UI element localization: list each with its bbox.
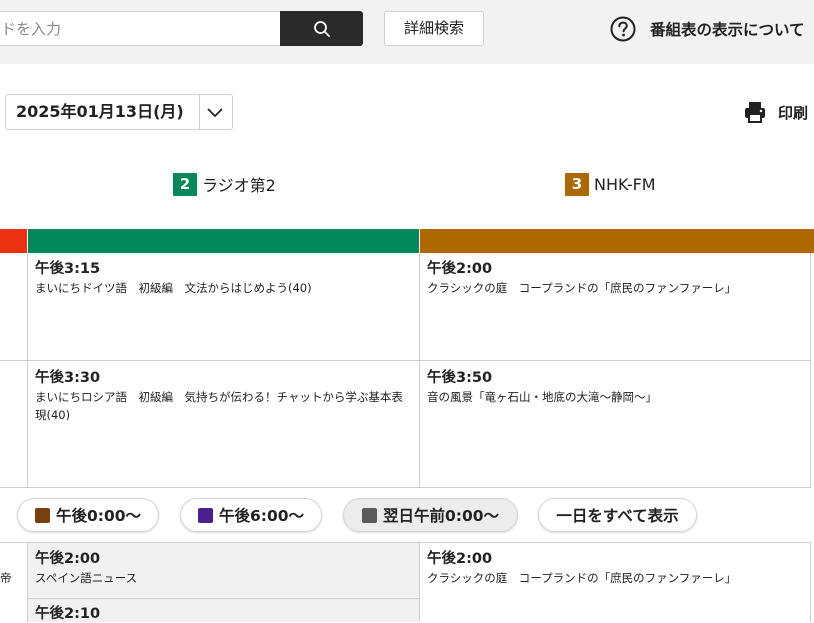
color-square-icon [34, 507, 50, 523]
color-square-icon [361, 507, 377, 523]
grid-divider [27, 253, 28, 488]
time-filter-label: 午後0:00～ [55, 507, 142, 525]
date-value: 2025年01月13日(月) [16, 102, 184, 121]
program-time: 午後2:00 [427, 551, 493, 567]
grid-divider [28, 598, 419, 599]
program-time: 午後3:15 [35, 261, 101, 277]
time-filter-all-day[interactable]: 一日をすべて表示 [538, 498, 697, 532]
channel-number-badge: 2 [173, 172, 197, 196]
help-link[interactable]: 番組表の表示について [610, 15, 805, 43]
search-input[interactable] [0, 11, 280, 46]
channel-color-bar-fm [420, 229, 814, 253]
date-select-divider [199, 95, 200, 129]
grid-divider [419, 253, 420, 488]
program-title-clipped: 帝 [0, 571, 12, 585]
program-cell[interactable]: 午後3:30 まいにちロシア語 初級編 気持ちが伝わる！チャットから学ぶ基本表現… [35, 369, 413, 424]
color-square-icon [197, 507, 213, 523]
program-cell[interactable]: 午後2:00 クラシックの庭 コープランドの「庶民のファンファーレ」 [427, 260, 807, 297]
channel-name: ラジオ第2 [202, 176, 276, 195]
time-filter-evening[interactable]: 午後6:00～ [180, 498, 322, 532]
printer-icon [745, 102, 765, 123]
program-title: まいにちドイツ語 初級編 文法からはじめよう(40) [35, 281, 312, 295]
time-filter-label: 一日をすべて表示 [556, 507, 679, 525]
program-title: クラシックの庭 コープランドの「庶民のファンファーレ」 [427, 571, 737, 585]
program-title: まいにちロシア語 初級編 気持ちが伝わる！チャットから学ぶ基本表現(40) [35, 390, 403, 422]
time-filter-noon[interactable]: 午後0:00～ [17, 498, 159, 532]
grid-divider [419, 542, 420, 622]
channel-header-radio2[interactable]: 2 ラジオ第2 [173, 172, 276, 196]
grid-divider [0, 360, 811, 361]
program-time: 午後2:10 [35, 606, 101, 622]
grid-divider [810, 253, 811, 488]
chevron-down-icon [207, 108, 223, 118]
program-time: 午後2:00 [35, 551, 101, 567]
time-filter-next-day[interactable]: 翌日午前0:00～ [343, 498, 518, 532]
search-icon [313, 20, 330, 37]
date-select[interactable]: 2025年01月13日(月) [5, 94, 233, 130]
channel-header-fm[interactable]: 3 NHK-FM [565, 172, 656, 196]
time-filter-label: 午後6:00～ [218, 507, 305, 525]
print-button[interactable]: 印刷 [744, 100, 808, 124]
channel-number-badge: 3 [565, 172, 589, 196]
time-filter-label: 翌日午前0:00～ [382, 507, 500, 525]
program-title: 音の風景「竜ヶ石山・地底の大滝～静岡～」 [427, 390, 657, 404]
program-cell[interactable]: 午後2:00 クラシックの庭 コープランドの「庶民のファンファーレ」 [427, 550, 807, 587]
program-cell[interactable]: 午後2:00 スペイン語ニュース [35, 550, 415, 587]
advanced-search-button[interactable]: 詳細検索 [384, 11, 484, 46]
program-time: 午後3:50 [427, 370, 493, 386]
program-title: スペイン語ニュース [35, 571, 138, 585]
program-cell[interactable]: 午後3:15 まいにちドイツ語 初級編 文法からはじめよう(40) [35, 260, 415, 297]
grid-divider [27, 542, 28, 622]
program-cell[interactable]: 午後3:50 音の風景「竜ヶ石山・地底の大滝～静岡～」 [427, 369, 807, 406]
channel-color-bar-radio2 [28, 229, 419, 253]
channel-color-bar-left [0, 229, 27, 253]
grid-divider [0, 542, 811, 543]
program-title: クラシックの庭 コープランドの「庶民のファンファーレ」 [427, 281, 737, 295]
time-filter-bar: 午後0:00～ 午後6:00～ 翌日午前0:00～ 一日をすべて表示 [0, 498, 814, 534]
question-circle-icon [610, 16, 636, 42]
grid-divider [810, 542, 811, 622]
search-button[interactable] [280, 11, 363, 46]
channel-name: NHK-FM [594, 174, 656, 194]
help-label: 番組表の表示について [650, 21, 805, 39]
program-cell[interactable]: 午後2:10 [35, 605, 415, 623]
grid-divider [0, 487, 811, 488]
program-time: 午後2:00 [427, 261, 493, 277]
program-time: 午後3:30 [35, 370, 101, 386]
print-label: 印刷 [778, 103, 809, 122]
